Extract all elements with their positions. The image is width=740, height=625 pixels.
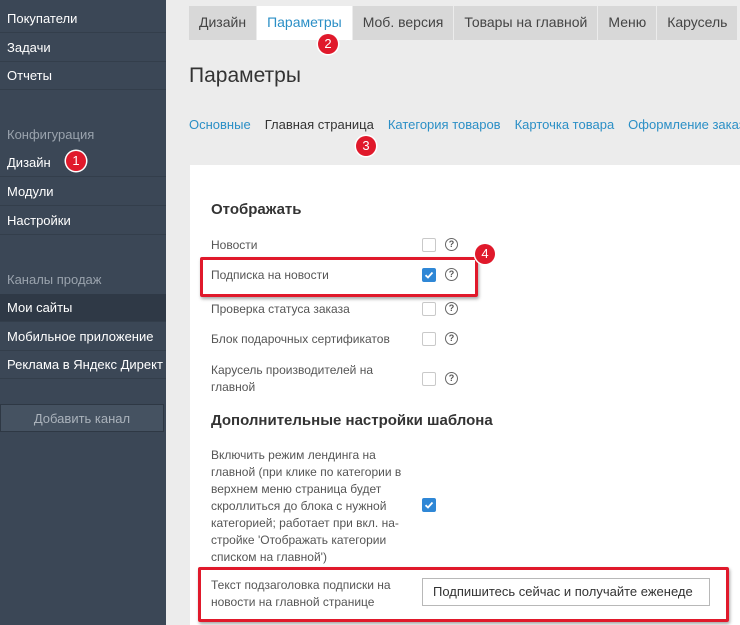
sidebar-item-reports[interactable]: Отчеты bbox=[0, 62, 166, 90]
subtab-product-card[interactable]: Карточка товара bbox=[515, 117, 615, 132]
subtab-basic[interactable]: Основные bbox=[189, 117, 251, 132]
section-extra-header: Дополнительные настройки шаблона bbox=[211, 412, 493, 429]
tab-design[interactable]: Дизайн bbox=[189, 6, 257, 40]
option-gift-cert-label: Блок подарочных сертификатов bbox=[211, 332, 390, 346]
tab-home-products[interactable]: Товары на главной bbox=[454, 6, 598, 40]
sidebar-item-tasks[interactable]: Задачи bbox=[0, 34, 166, 62]
highlight-subscribe-text bbox=[198, 567, 729, 622]
top-tabs: Дизайн Параметры Моб. версия Товары на г… bbox=[189, 6, 738, 40]
annotation-badge-2: 2 bbox=[318, 34, 338, 54]
sidebar-item-mobile-app[interactable]: Мобильное приложение bbox=[0, 323, 166, 351]
section-display-header: Отображать bbox=[211, 201, 302, 218]
tab-parameters[interactable]: Параметры bbox=[257, 6, 352, 40]
help-icon[interactable]: ? bbox=[445, 238, 458, 251]
option-order-status-label: Проверка статуса заказа bbox=[211, 302, 350, 316]
option-gift-cert-checkbox[interactable] bbox=[422, 332, 436, 346]
sidebar-item-customers[interactable]: Покупатели bbox=[0, 5, 166, 33]
sidebar-item-settings[interactable]: Настройки bbox=[0, 207, 166, 235]
landing-mode-label: Включить режим лендинга на главной (при … bbox=[211, 448, 402, 564]
subtab-checkout[interactable]: Оформление заказа bbox=[628, 117, 740, 132]
option-order-status-checkbox[interactable] bbox=[422, 302, 436, 316]
highlight-subscription-option bbox=[200, 257, 478, 297]
annotation-badge-4: 4 bbox=[475, 244, 495, 264]
sidebar-header-channels: Каналы продаж bbox=[7, 272, 102, 287]
sidebar-item-my-sites[interactable]: Мои сайты bbox=[0, 294, 166, 322]
check-icon bbox=[424, 501, 434, 509]
page-title: Параметры bbox=[189, 64, 301, 87]
help-icon[interactable]: ? bbox=[445, 332, 458, 345]
subtab-home-page[interactable]: Главная страница bbox=[265, 117, 374, 132]
option-news-checkbox[interactable] bbox=[422, 238, 436, 252]
add-channel-button[interactable]: Добавить канал bbox=[0, 404, 164, 432]
tab-carousel[interactable]: Карусель bbox=[657, 6, 738, 40]
tab-mobile-version[interactable]: Моб. версия bbox=[352, 6, 454, 40]
tab-menu[interactable]: Меню bbox=[598, 6, 657, 40]
sidebar-item-modules[interactable]: Модули bbox=[0, 178, 166, 206]
subtabs: Основные Главная страница Категория товаро… bbox=[189, 117, 740, 132]
sidebar: Покупатели Задачи Отчеты Конфигурация Ди… bbox=[0, 0, 166, 625]
option-brand-carousel-label: Карусель производителей на главной bbox=[211, 363, 373, 394]
sidebar-item-yandex-direct[interactable]: Реклама в Яндекс Директ bbox=[0, 351, 166, 379]
help-icon[interactable]: ? bbox=[445, 372, 458, 385]
help-icon[interactable]: ? bbox=[445, 302, 458, 315]
option-news-label: Новости bbox=[211, 238, 258, 252]
annotation-badge-3: 3 bbox=[356, 136, 376, 156]
annotation-badge-1: 1 bbox=[66, 151, 86, 171]
subtab-category[interactable]: Категория товаров bbox=[388, 117, 501, 132]
option-brand-carousel-checkbox[interactable] bbox=[422, 372, 436, 386]
sidebar-header-config: Конфигурация bbox=[7, 127, 95, 142]
landing-mode-checkbox[interactable] bbox=[422, 498, 436, 512]
